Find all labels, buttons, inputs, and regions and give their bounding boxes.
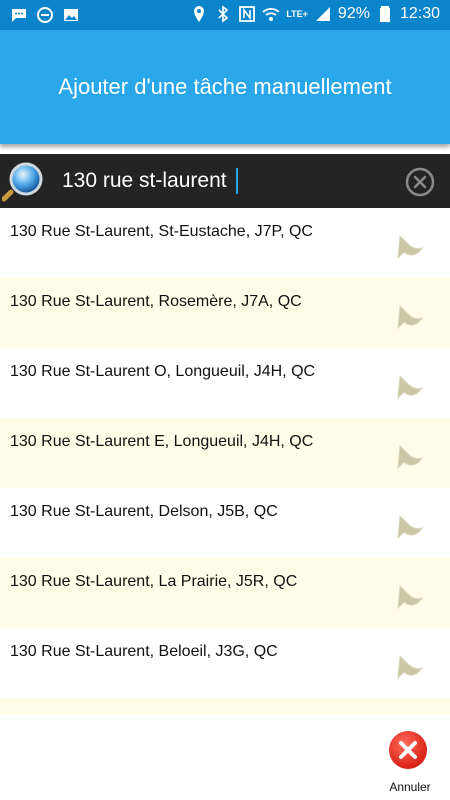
- search-bar: [0, 154, 450, 208]
- network-type: LTE+: [286, 9, 308, 19]
- cancel-label: Annuler: [389, 780, 431, 794]
- cancel-button[interactable]: Annuler: [388, 730, 432, 796]
- nfc-icon: [239, 6, 256, 22]
- result-address: 130 Rue St-Laurent, St-Eustache, J7P, QC: [10, 223, 313, 240]
- status-bar: LTE+ 92% 12:30: [0, 0, 450, 30]
- results-list: 130 Rue St-Laurent, St-Eustache, J7P, QC…: [0, 208, 450, 714]
- status-bar-system: LTE+ 92% 12:30: [190, 5, 440, 23]
- insert-suggestion-icon[interactable]: [392, 230, 426, 264]
- list-item[interactable]: 130 Rue St-Laurent, Beloeil, J3G, QC: [0, 628, 450, 698]
- insert-suggestion-icon[interactable]: [392, 370, 426, 404]
- bluetooth-icon: [218, 5, 229, 23]
- list-item[interactable]: 130 Rue St-Laurent, Delson, J5B, QC: [0, 488, 450, 558]
- cancel-icon: [389, 731, 427, 769]
- result-address: 130 Rue St-Laurent, Delson, J5B, QC: [10, 503, 278, 520]
- battery-icon: [379, 6, 390, 22]
- search-icon[interactable]: [2, 158, 46, 202]
- result-address: 130 Rue St-Laurent E, Longueuil, J4H, QC: [10, 433, 314, 450]
- status-bar-notifications: [10, 6, 80, 24]
- clear-search-icon[interactable]: [404, 166, 436, 198]
- message-icon: [12, 9, 26, 22]
- insert-suggestion-icon[interactable]: [392, 650, 426, 684]
- insert-suggestion-icon[interactable]: [392, 510, 426, 544]
- insert-suggestion-icon[interactable]: [392, 440, 426, 474]
- insert-suggestion-icon[interactable]: [392, 580, 426, 614]
- location-icon: [194, 6, 205, 22]
- result-address: 130 Rue St-Laurent O, Longueuil, J4H, QC: [10, 363, 316, 380]
- signal-icon: [315, 7, 330, 21]
- battery-percent: 92%: [337, 5, 370, 22]
- result-address: 130 Rue St-Laurent, Rosemère, J7A, QC: [10, 293, 302, 310]
- result-address: 130 Rue St-Laurent, Beloeil, J3G, QC: [10, 643, 278, 660]
- text-cursor: [236, 168, 238, 194]
- insert-suggestion-icon[interactable]: [392, 300, 426, 334]
- list-item[interactable]: 130 Rue St-Laurent, Rosemère, J7A, QC: [0, 278, 450, 348]
- page-title: Ajouter d'une tâche manuellement: [58, 74, 392, 99]
- list-item[interactable]: 130 Rue St-Laurent O, Longueuil, J4H, QC: [0, 348, 450, 418]
- image-icon: [64, 9, 78, 21]
- search-input[interactable]: [62, 164, 382, 198]
- do-not-disturb-icon: [37, 7, 53, 23]
- status-time: 12:30: [399, 5, 440, 22]
- list-item[interactable]: 130 Rue St-Laurent E, Longueuil, J4H, QC: [0, 418, 450, 488]
- list-item[interactable]: 130 Rue St-Laurent, St-Eustache, J7P, QC: [0, 208, 450, 278]
- wifi-icon: [262, 8, 280, 21]
- result-address: 130 Rue St-Laurent, La Prairie, J5R, QC: [10, 573, 298, 590]
- list-item-partial[interactable]: [0, 698, 450, 714]
- app-bar: Ajouter d'une tâche manuellement: [0, 30, 450, 144]
- list-item[interactable]: 130 Rue St-Laurent, La Prairie, J5R, QC: [0, 558, 450, 628]
